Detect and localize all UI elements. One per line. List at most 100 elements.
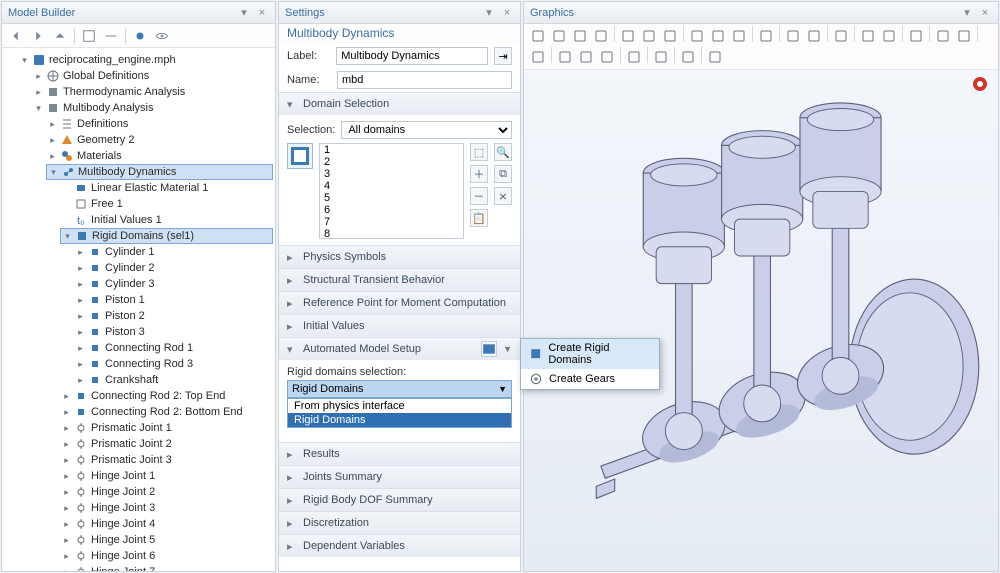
section-header[interactable]: ▸Results	[279, 443, 520, 465]
rigid-selection-combo[interactable]: Rigid Domains▼	[287, 380, 512, 398]
pan-icon[interactable]	[639, 26, 659, 46]
graphics-canvas[interactable]	[524, 70, 998, 571]
section-domain-selection[interactable]: ▾Domain Selection	[279, 93, 520, 115]
twist-icon[interactable]: ▸	[34, 88, 43, 97]
eye-icon[interactable]	[152, 26, 172, 46]
section-header[interactable]: ▸Rigid Body DOF Summary	[279, 489, 520, 511]
tree-multibody-analysis[interactable]: ▾Multibody Analysis	[32, 100, 273, 116]
label-input[interactable]	[336, 47, 488, 65]
domain-list-item[interactable]: 7	[320, 216, 463, 228]
grid-icon[interactable]	[933, 26, 953, 46]
setup-dropdown-icon[interactable]: ▼	[503, 344, 512, 354]
tree-geometry[interactable]: ▸Geometry 2	[46, 132, 273, 148]
menu-create-gears[interactable]: Create Gears	[521, 369, 659, 389]
selection-combo[interactable]: All domains	[341, 121, 512, 139]
panel-menu-icon[interactable]: ▾	[960, 6, 974, 20]
tree-rigid-domains[interactable]: ▾Rigid Domains (sel1)	[60, 228, 273, 244]
name-input[interactable]	[337, 71, 512, 89]
zoom-box-icon[interactable]	[591, 26, 611, 46]
tree-multibody-dynamics[interactable]: ▾Multibody Dynamics	[46, 164, 273, 180]
tree-lem[interactable]: Linear Elastic Material 1	[60, 180, 273, 196]
menu-create-rigid-domains[interactable]: Create Rigid Domains	[521, 339, 659, 369]
combo-option[interactable]: From physics interface	[288, 399, 511, 413]
tree-hj6[interactable]: ▸Hinge Joint 6	[60, 548, 273, 564]
tree-rod2-bottom[interactable]: ▸Connecting Rod 2: Bottom End	[60, 404, 273, 420]
tree-materials[interactable]: ▸Materials	[46, 148, 273, 164]
scene-light-icon[interactable]	[831, 26, 851, 46]
section-header[interactable]: ▸Physics Symbols	[279, 246, 520, 268]
setup-action-icon[interactable]	[481, 341, 497, 357]
domain-list-item[interactable]: 2	[320, 156, 463, 168]
tree-global-defs[interactable]: ▸Global Definitions	[32, 68, 273, 84]
tree-rigid-child[interactable]: ▸Cylinder 1	[74, 244, 273, 260]
zoom-extents-icon[interactable]	[528, 26, 548, 46]
zoom-out-icon[interactable]	[570, 26, 590, 46]
tree-thermo-analysis[interactable]: ▸Thermodynamic Analysis	[32, 84, 273, 100]
tree-rigid-child[interactable]: ▸Connecting Rod 1	[74, 340, 273, 356]
toggle-active-icon[interactable]: ⬚	[470, 143, 488, 161]
label-sync-icon[interactable]: ⇥	[494, 47, 512, 65]
domain-list-item[interactable]: 1	[320, 144, 463, 156]
tree-root[interactable]: ▾reciprocating_engine.mph	[18, 52, 273, 68]
section-automated-setup[interactable]: ▾Automated Model Setup ▼	[279, 338, 520, 360]
model-tree[interactable]: ▾reciprocating_engine.mph ▸Global Defini…	[2, 48, 275, 571]
section-header[interactable]: ▸Discretization	[279, 512, 520, 534]
panel-menu-icon[interactable]: ▾	[237, 6, 251, 20]
tree-hj5[interactable]: ▸Hinge Joint 5	[60, 532, 273, 548]
transparency-icon[interactable]	[783, 26, 803, 46]
tree-rigid-child[interactable]: ▸Crankshaft	[74, 372, 273, 388]
domain-list-item[interactable]: 3	[320, 168, 463, 180]
measure-icon[interactable]	[624, 47, 644, 67]
tree-pj1[interactable]: ▸Prismatic Joint 1	[60, 420, 273, 436]
paste-icon[interactable]: 📋	[470, 209, 488, 227]
panel-close-icon[interactable]: ×	[500, 6, 514, 20]
tree-definitions[interactable]: ▸Definitions	[46, 116, 273, 132]
tree-rod2-top[interactable]: ▸Connecting Rod 2: Top End	[60, 388, 273, 404]
section-header[interactable]: ▸Structural Transient Behavior	[279, 269, 520, 291]
collapse-icon[interactable]	[101, 26, 121, 46]
remove-icon[interactable]: －	[470, 187, 488, 205]
zoom-sel-icon[interactable]: 🔍	[494, 143, 512, 161]
selection-mode-icon[interactable]	[287, 143, 313, 169]
tree-rigid-child[interactable]: ▸Piston 3	[74, 324, 273, 340]
section-header[interactable]: ▸Joints Summary	[279, 466, 520, 488]
yz-view-icon[interactable]	[708, 26, 728, 46]
tree-free[interactable]: Free 1	[60, 196, 273, 212]
clear-icon[interactable]: ⨯	[494, 187, 512, 205]
show-icon[interactable]	[130, 26, 150, 46]
domain-list-item[interactable]: 6	[320, 204, 463, 216]
tree-rigid-child[interactable]: ▸Connecting Rod 3	[74, 356, 273, 372]
tree-hj7[interactable]: ▸Hinge Joint 7	[60, 564, 273, 571]
select-icon[interactable]	[660, 26, 680, 46]
lighting-icon[interactable]	[906, 26, 926, 46]
add-icon[interactable]: ＋	[470, 165, 488, 183]
section-header[interactable]: ▸Reference Point for Moment Computation	[279, 292, 520, 314]
automated-setup-menu[interactable]: Create Rigid Domains Create Gears	[520, 338, 660, 390]
nav-fwd-icon[interactable]	[28, 26, 48, 46]
tree-hj4[interactable]: ▸Hinge Joint 4	[60, 516, 273, 532]
nav-back-icon[interactable]	[6, 26, 26, 46]
xy-view-icon[interactable]	[687, 26, 707, 46]
tree-rigid-child[interactable]: ▸Piston 2	[74, 308, 273, 324]
clip-icon[interactable]	[528, 47, 548, 67]
domain-list-item[interactable]: 5	[320, 192, 463, 204]
twist-icon[interactable]: ▾	[34, 104, 43, 113]
record-icon[interactable]	[678, 47, 698, 67]
panel-menu-icon[interactable]: ▾	[482, 6, 496, 20]
domain-list-item[interactable]: 8	[320, 228, 463, 239]
wireframe-icon[interactable]	[804, 26, 824, 46]
combo-option[interactable]: Rigid Domains	[288, 413, 511, 427]
default-view-icon[interactable]	[756, 26, 776, 46]
tree-rigid-child[interactable]: ▸Piston 1	[74, 292, 273, 308]
panel-close-icon[interactable]: ×	[255, 6, 269, 20]
tree-rigid-child[interactable]: ▸Cylinder 2	[74, 260, 273, 276]
section-header[interactable]: ▸Initial Values	[279, 315, 520, 337]
zoom-in-icon[interactable]	[549, 26, 569, 46]
tree-hj1[interactable]: ▸Hinge Joint 1	[60, 468, 273, 484]
image-icon[interactable]	[879, 26, 899, 46]
axes-icon[interactable]	[954, 26, 974, 46]
reset-icon[interactable]	[597, 47, 617, 67]
hide-icon[interactable]	[555, 47, 575, 67]
domain-list-item[interactable]: 4	[320, 180, 463, 192]
player-icon[interactable]	[705, 47, 725, 67]
